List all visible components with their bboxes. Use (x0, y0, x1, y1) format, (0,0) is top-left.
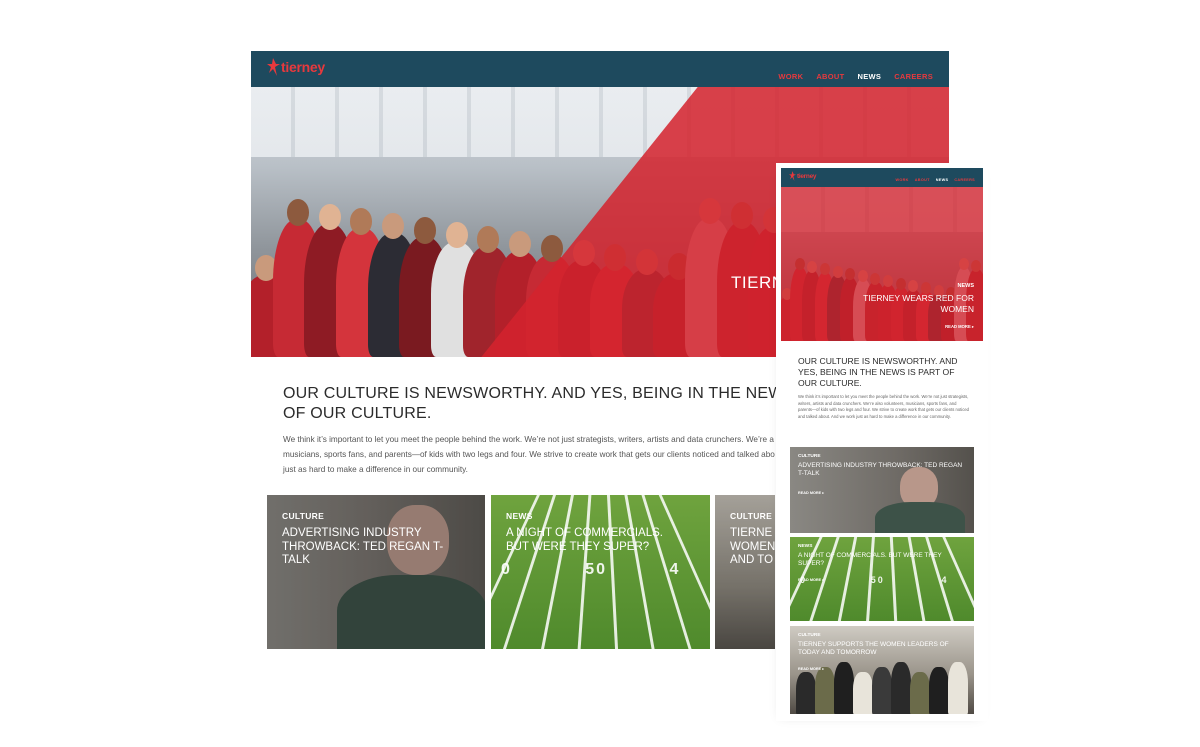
crowd-head (318, 203, 341, 231)
mobile-hero-banner[interactable]: NEWS TIERNEY WEARS RED FOR WOMEN READ MO… (781, 187, 983, 341)
hero-title[interactable]: TIERN (731, 273, 785, 293)
crowd-head (413, 217, 436, 244)
mobile-nav-links: WORK ABOUT NEWS CAREERS (896, 178, 976, 182)
logo-text: tierney (797, 172, 817, 180)
tierney-logo[interactable]: tierney (789, 171, 817, 181)
group-person (910, 672, 930, 714)
yard-line (889, 537, 898, 621)
read-more-link[interactable]: READ MORE ▸ (945, 324, 974, 329)
intro-heading: OUR CULTURE IS NEWSWORTHY. AND YES, BEIN… (283, 385, 795, 422)
nav-item-work[interactable]: WORK (896, 178, 909, 182)
intro-section: OUR CULTURE IS NEWSWORTHY. AND YES, BEIN… (283, 384, 803, 477)
mobile-top-nav: tierney WORK ABOUT NEWS CAREERS (781, 168, 983, 187)
nav-item-news[interactable]: NEWS (936, 178, 949, 182)
group-person (948, 662, 968, 714)
hero-category: NEWS (957, 283, 975, 289)
mobile-card-commercials[interactable]: NEWS A NIGHT OF COMMERCIALS. BUT WERE TH… (790, 537, 974, 621)
news-card-commercials[interactable]: 0 50 4 NEWS A NIGHT OF COMMERCIALS. BUT WE… (491, 495, 710, 649)
logo-text: tierney (281, 59, 325, 75)
card-title[interactable]: TIERNE WOMEN AND TO (730, 527, 775, 568)
tierney-logo[interactable]: tierney (267, 58, 325, 76)
tierney-logo-icon (267, 58, 280, 76)
group-person (834, 662, 854, 714)
card-category: NEWS (798, 544, 813, 549)
group-person (853, 672, 873, 714)
nav-links: WORK ABOUT NEWS CAREERS (778, 72, 933, 81)
read-more-link[interactable]: READ MORE ▸ (798, 666, 824, 671)
card-category: CULTURE (730, 511, 773, 521)
card-title[interactable]: TIERNEY SUPPORTS THE WOMEN LEADERS OF TO… (798, 641, 966, 657)
group-person (891, 662, 911, 714)
card-category: CULTURE (282, 511, 325, 521)
yard-line (606, 495, 618, 649)
nav-item-careers[interactable]: CAREERS (954, 178, 975, 182)
read-more-link[interactable]: READ MORE ▸ (798, 490, 824, 495)
intro-body: We think it’s important to let you meet … (283, 435, 775, 474)
card-category: NEWS (506, 511, 533, 521)
yard-number: 4 (941, 575, 949, 585)
intro-heading: OUR CULTURE IS NEWSWORTHY. AND YES, BEIN… (798, 356, 958, 388)
mobile-hero-red-overlay (781, 187, 983, 341)
crowd-head (445, 221, 468, 249)
yard-number: 4 (669, 561, 681, 578)
crowd-head (286, 199, 309, 226)
nav-item-news[interactable]: NEWS (858, 72, 882, 81)
card-category: CULTURE (798, 454, 821, 459)
nav-item-about[interactable]: ABOUT (816, 72, 844, 81)
yard-number: 50 (870, 575, 885, 585)
card-title[interactable]: A NIGHT OF COMMERCIALS. BUT WERE THEY SU… (506, 527, 686, 554)
crowd-head (350, 208, 373, 235)
crowd-head (509, 230, 532, 258)
yard-line (907, 537, 926, 621)
crowd-head (477, 226, 500, 253)
tierney-logo-icon (789, 171, 796, 181)
mobile-card-ted-regan[interactable]: CULTURE ADVERTISING INDUSTRY THROWBACK: … (790, 447, 974, 533)
news-card-ted-regan[interactable]: CULTURE ADVERTISING INDUSTRY THROWBACK: … (267, 495, 485, 649)
card-title[interactable]: ADVERTISING INDUSTRY THROWBACK: TED REGA… (798, 462, 966, 478)
yard-number: 0 (501, 561, 512, 578)
news-card-women-leaders[interactable]: CULTURE TIERNE WOMEN AND TO (715, 495, 775, 649)
group-person (796, 672, 816, 714)
nav-item-work[interactable]: WORK (778, 72, 803, 81)
hero-title[interactable]: TIERNEY WEARS RED FOR WOMEN (844, 293, 974, 315)
yard-number: 50 (585, 561, 608, 578)
mobile-intro-section: OUR CULTURE IS NEWSWORTHY. AND YES, BEIN… (798, 356, 970, 420)
crowd-head (540, 235, 563, 262)
yard-number: 0 (800, 575, 808, 585)
intro-body: We think it’s important to let you meet … (798, 394, 969, 419)
mobile-card-women-leaders[interactable]: CULTURE TIERNEY SUPPORTS THE WOMEN LEADE… (790, 626, 974, 714)
nav-item-about[interactable]: ABOUT (915, 178, 930, 182)
crowd-head (382, 212, 405, 240)
group-person (929, 667, 949, 714)
mobile-mockup: tierney WORK ABOUT NEWS CAREERS NEWS TIE… (781, 168, 983, 716)
yard-line (837, 537, 858, 621)
card-title[interactable]: A NIGHT OF COMMERCIALS. BUT WERE THEY SU… (798, 552, 966, 568)
nav-item-careers[interactable]: CAREERS (894, 72, 933, 81)
group-person (815, 667, 835, 714)
card-category: CULTURE (798, 633, 821, 638)
top-nav: tierney WORK ABOUT NEWS CAREERS (251, 51, 949, 87)
card-title[interactable]: ADVERTISING INDUSTRY THROWBACK: TED REGA… (282, 527, 462, 568)
group-person (872, 667, 892, 714)
